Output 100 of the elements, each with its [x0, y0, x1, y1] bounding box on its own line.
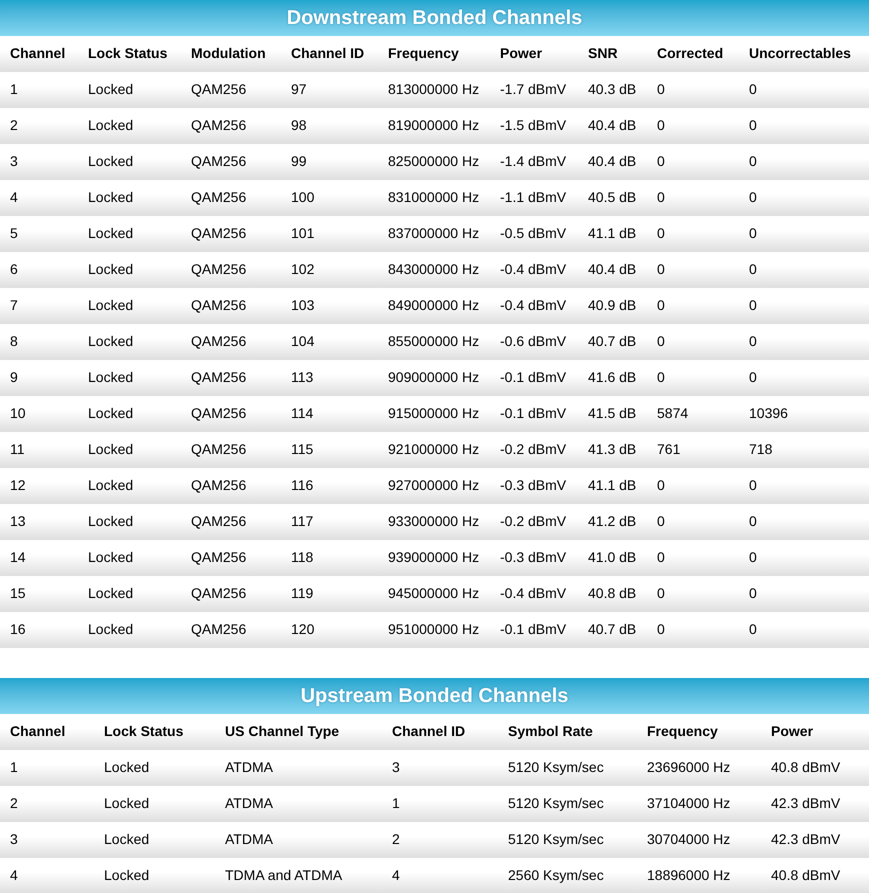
table-cell: Locked: [88, 261, 134, 277]
table-cell: 909000000 Hz: [388, 369, 480, 385]
table-cell: 4: [10, 189, 18, 205]
table-cell: QAM256: [191, 441, 246, 457]
table-cell: 0: [657, 621, 665, 637]
table-cell: 837000000 Hz: [388, 225, 480, 241]
table-cell: 30704000 Hz: [647, 831, 730, 847]
column-header: Symbol Rate: [508, 723, 593, 739]
table-cell: 13: [10, 513, 26, 529]
table-cell: Locked: [88, 117, 134, 133]
table-cell: 0: [749, 81, 757, 97]
table-cell: 40.4 dB: [588, 153, 636, 169]
column-header: Corrected: [657, 45, 724, 61]
table-cell: QAM256: [191, 585, 246, 601]
table-cell: -0.1 dBmV: [500, 405, 566, 421]
table-cell: Locked: [88, 405, 134, 421]
table-cell: Locked: [88, 621, 134, 637]
table-cell: 40.7 dB: [588, 621, 636, 637]
column-header: Channel: [10, 45, 66, 61]
table-cell: 41.3 dB: [588, 441, 636, 457]
table-cell: 4: [10, 867, 18, 883]
table-cell: 921000000 Hz: [388, 441, 480, 457]
table-cell: Locked: [104, 795, 150, 811]
table-cell: 101: [291, 225, 314, 241]
table-cell: 3: [10, 153, 18, 169]
table-cell: -0.6 dBmV: [500, 333, 566, 349]
table-cell: 849000000 Hz: [388, 297, 480, 313]
table-cell: 115: [291, 441, 314, 457]
table-cell: 18896000 Hz: [647, 867, 730, 883]
column-header: Channel: [10, 723, 66, 739]
table-cell: 4: [392, 867, 400, 883]
table-cell: 0: [749, 189, 757, 205]
table-cell: QAM256: [191, 405, 246, 421]
table-cell: 0: [657, 477, 665, 493]
table-cell: 100: [291, 189, 314, 205]
table-cell: 0: [749, 333, 757, 349]
table-cell: 117: [291, 513, 314, 529]
table-cell: 1: [10, 759, 18, 775]
table-cell: 8: [10, 333, 18, 349]
table-cell: 2: [10, 795, 18, 811]
table-cell: 0: [657, 81, 665, 97]
table-cell: 0: [749, 549, 757, 565]
table-cell: 0: [657, 585, 665, 601]
column-header: Lock Status: [88, 45, 168, 61]
table-cell: 0: [657, 369, 665, 385]
table-cell: 37104000 Hz: [647, 795, 730, 811]
table-cell: QAM256: [191, 153, 246, 169]
table-cell: 0: [657, 513, 665, 529]
table-cell: 98: [291, 117, 307, 133]
table-cell: 0: [657, 333, 665, 349]
table-cell: -0.2 dBmV: [500, 513, 566, 529]
table-cell: -0.3 dBmV: [500, 477, 566, 493]
table-cell: 23696000 Hz: [647, 759, 730, 775]
table-cell: -0.4 dBmV: [500, 297, 566, 313]
table-cell: 0: [657, 189, 665, 205]
table-cell: 0: [657, 297, 665, 313]
table-cell: Locked: [104, 831, 150, 847]
table-cell: QAM256: [191, 117, 246, 133]
table-cell: 951000000 Hz: [388, 621, 480, 637]
table-cell: ATDMA: [225, 759, 273, 775]
table-cell: 0: [749, 621, 757, 637]
table-cell: 40.7 dB: [588, 333, 636, 349]
table-cell: 40.5 dB: [588, 189, 636, 205]
table-cell: 113: [291, 369, 314, 385]
table-cell: 0: [749, 585, 757, 601]
table-cell: 0: [657, 225, 665, 241]
table-cell: QAM256: [191, 621, 246, 637]
table-cell: 12: [10, 477, 26, 493]
table-cell: 42.3 dBmV: [771, 831, 840, 847]
table-cell: 10: [10, 405, 26, 421]
table-cell: 41.1 dB: [588, 225, 636, 241]
table-cell: 97: [291, 81, 307, 97]
table-cell: 41.0 dB: [588, 549, 636, 565]
table-cell: 41.5 dB: [588, 405, 636, 421]
table-cell: Locked: [88, 225, 134, 241]
table-cell: Locked: [88, 153, 134, 169]
table-cell: Locked: [104, 759, 150, 775]
table-cell: ATDMA: [225, 831, 273, 847]
table-cell: ATDMA: [225, 795, 273, 811]
table-cell: 0: [749, 297, 757, 313]
table-cell: 0: [749, 153, 757, 169]
table-cell: Locked: [88, 549, 134, 565]
table-cell: QAM256: [191, 369, 246, 385]
table-cell: -0.3 dBmV: [500, 549, 566, 565]
table-cell: QAM256: [191, 261, 246, 277]
table-cell: 40.4 dB: [588, 117, 636, 133]
table-cell: 831000000 Hz: [388, 189, 480, 205]
table-cell: 104: [291, 333, 314, 349]
table-cell: 99: [291, 153, 307, 169]
table-cell: 5120 Ksym/sec: [508, 759, 604, 775]
table-cell: -1.7 dBmV: [500, 81, 566, 97]
table-cell: 7: [10, 297, 18, 313]
table-cell: 1: [392, 795, 400, 811]
table-cell: QAM256: [191, 225, 246, 241]
table-cell: -0.4 dBmV: [500, 261, 566, 277]
column-header: Power: [771, 723, 814, 739]
table-cell: 1: [10, 81, 18, 97]
table-cell: QAM256: [191, 189, 246, 205]
column-header: Channel ID: [291, 45, 364, 61]
table-cell: -1.5 dBmV: [500, 117, 566, 133]
